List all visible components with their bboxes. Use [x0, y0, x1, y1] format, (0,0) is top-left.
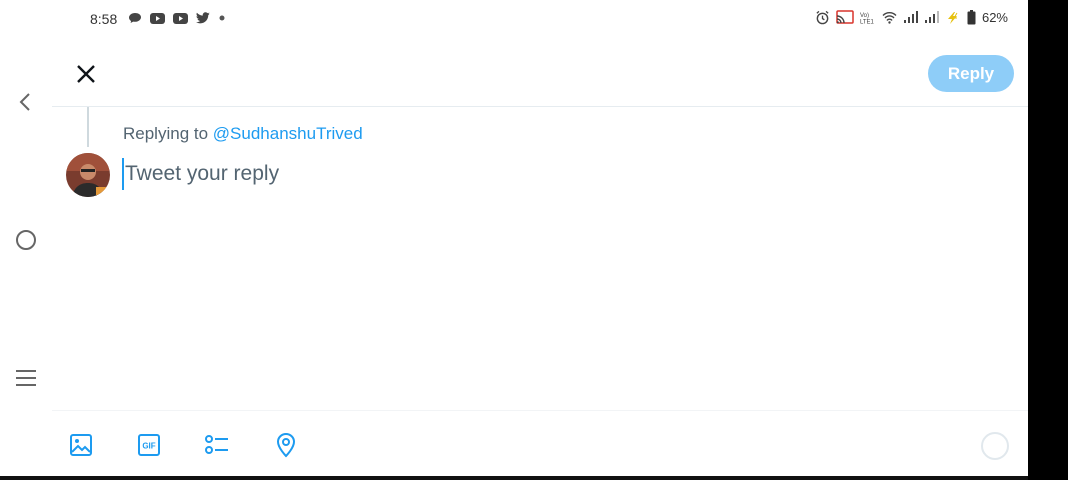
- battery-icon: [967, 10, 976, 25]
- image-icon: [70, 434, 92, 456]
- gif-icon-text: GIF: [142, 442, 155, 451]
- add-location-button[interactable]: [273, 432, 299, 458]
- alarm-icon: [816, 10, 829, 25]
- add-image-button[interactable]: [68, 432, 94, 458]
- user-avatar-image: [66, 153, 110, 197]
- system-status-icons: Vo) LTE1 62%: [815, 10, 1008, 25]
- notification-icons: [128, 12, 226, 24]
- twitter-icon: [196, 12, 210, 24]
- replying-to-prefix: Replying to: [123, 124, 209, 143]
- svg-text:LTE1: LTE1: [860, 20, 875, 25]
- battery-percent: 62%: [981, 10, 1008, 25]
- replying-to-label: Replying to @SudhanshuTrived: [123, 124, 363, 144]
- tweet-reply-input[interactable]: [122, 158, 722, 190]
- avatar[interactable]: [66, 153, 110, 197]
- wifi-icon: [882, 12, 897, 24]
- close-icon: [77, 65, 95, 83]
- device-bezel-right: [1028, 0, 1068, 480]
- back-chevron-icon[interactable]: [14, 90, 38, 114]
- home-circle-icon[interactable]: [14, 228, 38, 252]
- poll-icon: [205, 435, 228, 454]
- svg-text:Vo): Vo): [860, 13, 869, 19]
- status-time: 8:58: [90, 11, 118, 27]
- close-button[interactable]: [70, 58, 102, 90]
- add-poll-button[interactable]: [204, 432, 230, 458]
- signal-icon: [903, 11, 918, 23]
- tweet-reply-screen: 8:58 Vo) LTE1 62% Reply Replying to @Sud…: [0, 0, 1028, 480]
- toolbar-divider: [52, 410, 1028, 411]
- status-bar: 8:58 Vo) LTE1 62%: [0, 0, 1028, 38]
- reply-button[interactable]: Reply: [928, 55, 1014, 92]
- recent-apps-icon[interactable]: [14, 366, 38, 390]
- character-counter-ring: [981, 432, 1009, 460]
- location-icon: [276, 432, 296, 458]
- thread-connector-line: [87, 107, 89, 147]
- cast-icon: [836, 10, 854, 24]
- youtube-icon: [173, 12, 188, 24]
- youtube-icon: [150, 12, 165, 24]
- charging-icon: [947, 11, 958, 24]
- device-bezel-bottom: [0, 476, 1028, 480]
- chat-bubble-icon: [129, 13, 141, 23]
- add-gif-button[interactable]: GIF: [136, 432, 162, 458]
- dot-icon: [219, 15, 225, 21]
- volte-icon: Vo)LTE1: [860, 13, 875, 25]
- header-divider: [52, 106, 1028, 107]
- replying-to-handle[interactable]: @SudhanshuTrived: [213, 124, 363, 143]
- gif-icon: GIF: [138, 434, 160, 456]
- signal-icon: [924, 11, 939, 23]
